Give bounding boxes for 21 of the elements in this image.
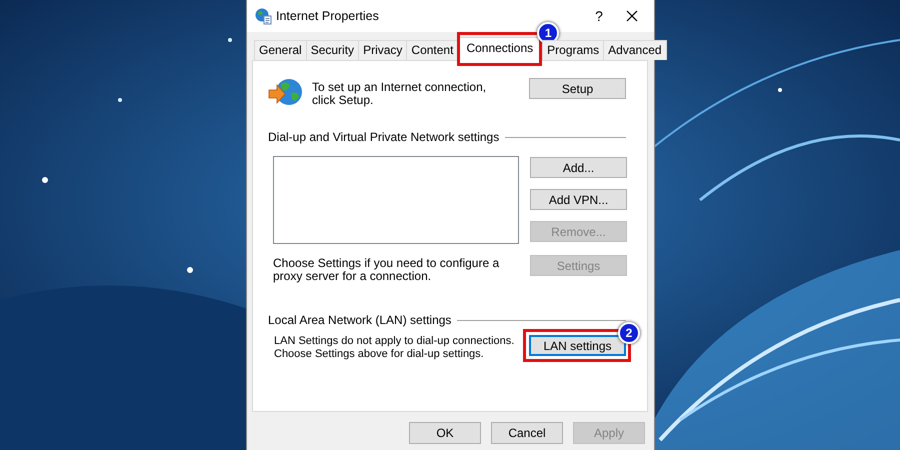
tab[interactable]: Connections [458, 37, 542, 61]
section-heading: Dial-up and Virtual Private Network settings [268, 130, 626, 144]
callout-badge: 2 [618, 322, 640, 344]
window-title: Internet Properties [276, 9, 380, 23]
connection-button[interactable]: Add VPN... [530, 189, 627, 210]
tab[interactable]: Programs [542, 40, 604, 60]
help-button[interactable]: ? [576, 8, 622, 24]
setup-button[interactable]: Setup [529, 78, 626, 99]
globe-icon [255, 8, 272, 24]
setup-instruction: To set up an Internet connection, click Setup. [312, 81, 488, 107]
connection-button[interactable]: Add... [530, 157, 627, 178]
close-icon[interactable] [626, 10, 638, 22]
lan-settings-button[interactable]: LAN settings [529, 335, 626, 356]
lan-note: LAN Settings do not apply to dial-up connections. Choose Settings above for dial-up settings. [274, 335, 516, 361]
tab[interactable]: Advanced [603, 40, 667, 60]
connection-list[interactable] [273, 156, 519, 244]
tab[interactable]: General [254, 40, 307, 60]
dialog-button[interactable]: Cancel [491, 422, 563, 444]
globe-arrow-icon [268, 78, 304, 108]
dialog-button[interactable]: OK [409, 422, 481, 444]
proxy-note: Choose Settings if you need to configure a proxy server for a connection. [273, 257, 500, 283]
